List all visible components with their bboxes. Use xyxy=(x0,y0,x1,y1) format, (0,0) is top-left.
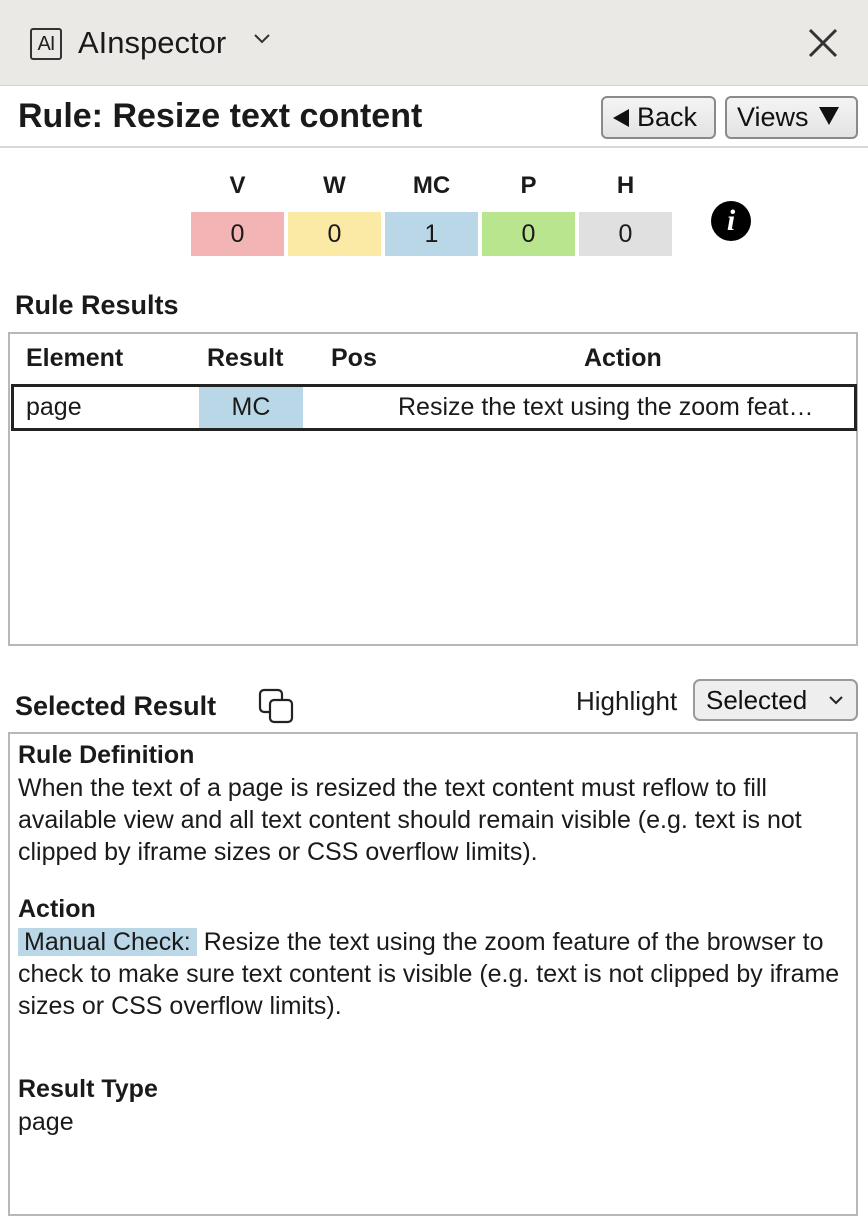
summary-label: MC xyxy=(412,172,451,199)
summary-value: 0 xyxy=(579,212,672,256)
app-title[interactable]: AInspector xyxy=(78,25,226,61)
column-header-result[interactable]: Result xyxy=(207,344,283,373)
summary-label: V xyxy=(229,172,246,199)
column-header-pos[interactable]: Pos xyxy=(331,344,377,373)
table-row[interactable]: page MC Resize the text using the zoom f… xyxy=(11,384,857,431)
rule-results-heading: Rule Results xyxy=(15,290,179,320)
cell-action: Resize the text using the zoom feat… xyxy=(398,393,814,421)
rule-header: Rule: Resize text content Back Views xyxy=(0,86,868,148)
action-heading: Action xyxy=(18,895,96,923)
summary-violations: V 0 xyxy=(191,172,284,256)
back-button[interactable]: Back xyxy=(601,96,716,139)
back-arrow-icon xyxy=(613,109,629,127)
summary-label: P xyxy=(520,172,537,199)
summary-passed: P 0 xyxy=(482,172,575,256)
summary-value: 0 xyxy=(482,212,575,256)
chevron-down-icon xyxy=(829,696,843,705)
summary-hidden: H 0 xyxy=(579,172,672,256)
rule-definition-heading: Rule Definition xyxy=(18,741,195,769)
cell-result-badge: MC xyxy=(199,387,303,428)
summary-warnings: W 0 xyxy=(288,172,381,256)
rule-definition-text: When the text of a page is resized the t… xyxy=(18,774,802,866)
summary-label: W xyxy=(323,172,346,199)
highlight-select-value: Selected xyxy=(706,685,808,715)
copy-icon[interactable] xyxy=(258,688,296,726)
app-logo: AI xyxy=(30,28,62,60)
manual-check-tag: Manual Check: xyxy=(18,928,197,956)
highlight-label: Highlight xyxy=(576,686,678,716)
selected-result-detail: Rule Definition When the text of a page … xyxy=(8,732,858,1216)
summary-value: 0 xyxy=(288,212,381,256)
back-button-label: Back xyxy=(637,102,698,132)
highlight-select[interactable]: Selected xyxy=(693,679,858,721)
chevron-down-icon[interactable] xyxy=(253,33,271,45)
title-bar: AI AInspector xyxy=(0,0,868,86)
summary-value: 1 xyxy=(385,212,478,256)
summary-manual-checks: MC 1 xyxy=(385,172,478,256)
action-text-block: Manual Check: Resize the text using the … xyxy=(18,926,858,1022)
info-icon[interactable]: i xyxy=(711,201,751,241)
summary-value: 0 xyxy=(191,212,284,256)
result-type-value: page xyxy=(18,1108,74,1136)
summary-label: H xyxy=(616,172,635,199)
column-header-action[interactable]: Action xyxy=(584,344,662,373)
views-button[interactable]: Views xyxy=(725,96,858,139)
selected-result-heading: Selected Result xyxy=(15,691,217,721)
views-arrow-icon xyxy=(818,107,839,125)
close-icon[interactable] xyxy=(806,26,840,60)
rule-results-table: Element Result Pos Action page MC Resize… xyxy=(8,332,858,646)
result-type-heading: Result Type xyxy=(18,1075,158,1103)
views-button-label: Views xyxy=(737,102,809,132)
cell-element: page xyxy=(26,393,82,421)
column-header-element[interactable]: Element xyxy=(26,344,123,373)
page-title: Rule: Resize text content xyxy=(18,97,423,135)
